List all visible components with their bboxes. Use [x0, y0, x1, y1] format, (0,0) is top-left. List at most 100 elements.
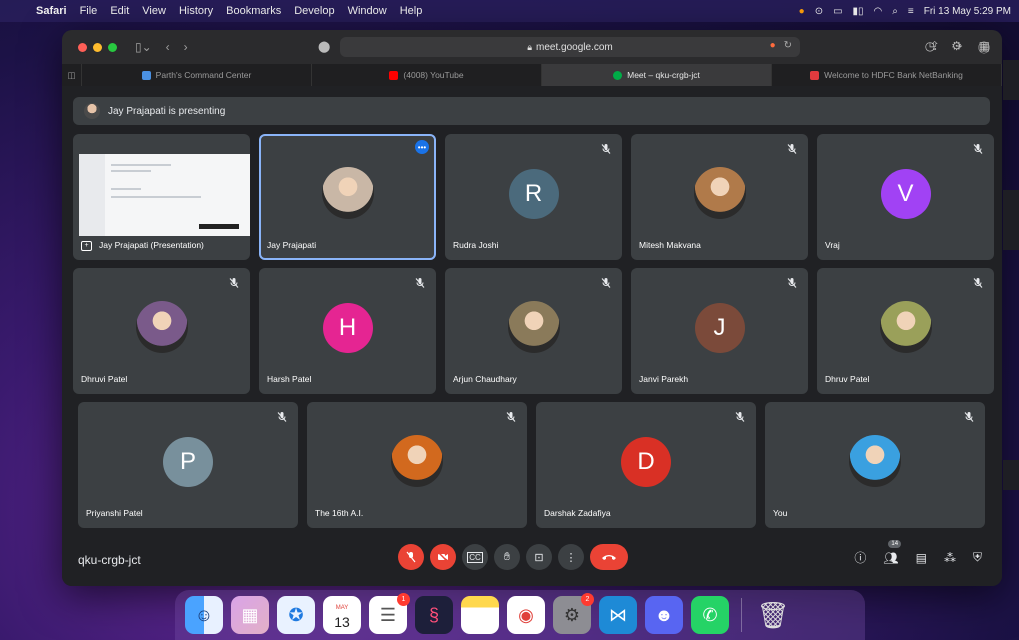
participant-tile[interactable]: Dhruv Patel	[817, 268, 994, 394]
notes-icon[interactable]	[461, 596, 499, 634]
chat-icon[interactable]: ▤	[916, 551, 927, 565]
new-tab-icon[interactable]: +	[956, 39, 963, 53]
minimize-window-button[interactable]	[93, 42, 102, 52]
tab-overview-icon[interactable]: ▦	[979, 39, 990, 53]
macos-dock: ☺ ▦ ✪ MAY 13 ☰ 1 § ◉ ⚙ 2 ⋈ ☻ ✆ 🗑︎	[175, 590, 865, 640]
window-controls	[78, 42, 117, 52]
more-options-button[interactable]: ⋮	[558, 544, 584, 570]
raise-hand-button[interactable]: ✋︎	[494, 544, 520, 570]
address-bar[interactable]: 🔒︎ meet.google.com ● ↻	[340, 37, 800, 57]
reload-icon[interactable]: ↻	[784, 40, 792, 51]
meeting-details-icon[interactable]: ⓘ	[854, 549, 866, 566]
trash-icon[interactable]: 🗑︎	[754, 596, 792, 634]
host-controls-icon[interactable]: ⛨	[973, 550, 982, 565]
participant-tile[interactable]: H Harsh Patel	[259, 268, 436, 394]
present-screen-button[interactable]: ⊡	[526, 544, 552, 570]
safari-window: ▯⌄ ‹ › ⬤ 🔒︎ meet.google.com ● ↻ ◷ ⚙ ⓘ ⇪ …	[62, 30, 1002, 586]
participant-tile[interactable]: You	[765, 402, 985, 528]
presentation-icon: +	[81, 241, 92, 251]
safari-icon[interactable]: ✪	[277, 596, 315, 634]
participant-tile[interactable]: V Vraj	[817, 134, 994, 260]
forward-icon[interactable]: ›	[184, 40, 188, 54]
spotlight-icon[interactable]: ⌕	[892, 6, 898, 17]
mic-in-use-icon[interactable]: ●	[799, 6, 805, 17]
activities-icon[interactable]: ⁂	[944, 551, 956, 565]
participant-tile[interactable]: Dhruvi Patel	[73, 268, 250, 394]
menu-edit[interactable]: Edit	[110, 5, 129, 17]
reminders-icon[interactable]: ☰ 1	[369, 593, 410, 634]
leave-call-button[interactable]	[590, 544, 628, 570]
menu-view[interactable]: View	[142, 5, 166, 17]
captions-button[interactable]: CC	[462, 544, 488, 570]
back-icon[interactable]: ‹	[166, 40, 170, 54]
whatsapp-icon[interactable]: ✆	[691, 596, 729, 634]
participant-name: Jay Prajapati	[267, 240, 317, 250]
finder-icon[interactable]: ☺	[185, 596, 223, 634]
tab-hdfc[interactable]: Welcome to HDFC Bank NetBanking	[772, 64, 1002, 86]
participant-name: Darshak Zadafiya	[544, 508, 611, 518]
menu-history[interactable]: History	[179, 5, 213, 17]
calendar-icon[interactable]: MAY 13	[323, 596, 361, 634]
calendar-day: 13	[334, 614, 350, 630]
battery-icon[interactable]: ▮▯	[853, 6, 864, 17]
zoom-window-button[interactable]	[108, 42, 117, 52]
participant-tile[interactable]: Mitesh Makvana	[631, 134, 808, 260]
tab-youtube[interactable]: (4008) YouTube	[312, 64, 542, 86]
menu-develop[interactable]: Develop	[294, 5, 334, 17]
participant-tile[interactable]: D Darshak Zadafiya	[536, 402, 756, 528]
participant-avatar-photo	[879, 301, 932, 353]
close-window-button[interactable]	[78, 42, 87, 52]
participant-tile[interactable]: ••• Jay Prajapati	[259, 134, 436, 260]
tab-meet[interactable]: Meet – qku-crgb-jct	[542, 64, 772, 86]
call-controls: CC ✋︎ ⊡ ⋮	[398, 544, 628, 570]
presenting-banner: Jay Prajapati is presenting	[73, 97, 990, 125]
share-icon[interactable]: ⇪	[930, 39, 940, 53]
muted-mic-icon	[414, 276, 426, 288]
menubar-clock[interactable]: Fri 13 May 5:29 PM	[924, 6, 1011, 17]
pinned-tab[interactable]: ◫	[62, 64, 82, 86]
menu-bookmarks[interactable]: Bookmarks	[226, 5, 281, 17]
menu-file[interactable]: File	[80, 5, 98, 17]
muted-mic-icon	[600, 142, 612, 154]
screen-share-icon[interactable]: ⊙	[815, 6, 823, 17]
mic-off-button[interactable]	[398, 544, 424, 570]
menu-app-name[interactable]: Safari	[36, 5, 67, 17]
sublime-like-app-icon[interactable]: §	[415, 596, 453, 634]
tile-more-options-button[interactable]: •••	[415, 140, 429, 154]
privacy-shield-icon[interactable]: ⬤	[318, 40, 330, 53]
wifi-icon[interactable]: ◠	[874, 6, 883, 17]
camera-off-button[interactable]	[430, 544, 456, 570]
participant-name: Mitesh Makvana	[639, 240, 701, 250]
participant-tile[interactable]: R Rudra Joshi	[445, 134, 622, 260]
meet-side-controls: ⓘ 14 👥︎ ▤ ⁂ ⛨	[854, 539, 982, 566]
participant-name: Harsh Patel	[267, 374, 312, 384]
participant-name: Priyanshi Patel	[86, 508, 143, 518]
menu-help[interactable]: Help	[400, 5, 423, 17]
discord-icon[interactable]: ☻	[645, 596, 683, 634]
url-text: meet.google.com	[536, 41, 613, 53]
people-button[interactable]: 14 👥︎	[883, 539, 902, 565]
muted-mic-icon	[600, 276, 612, 288]
camera-in-use-icon[interactable]: ●	[770, 40, 776, 51]
mic-off-icon	[406, 551, 416, 563]
participant-avatar-photo	[321, 167, 374, 219]
system-settings-icon[interactable]: ⚙ 2	[553, 593, 594, 634]
participant-tile[interactable]: P Priyanshi Patel	[78, 402, 298, 528]
menu-window[interactable]: Window	[348, 5, 387, 17]
tab-command-center[interactable]: Parth's Command Center	[82, 64, 312, 86]
control-center-icon[interactable]: ≡	[908, 6, 914, 17]
muted-mic-icon	[228, 276, 240, 288]
participant-tile[interactable]: J Janvi Parekh	[631, 268, 808, 394]
chrome-icon[interactable]: ◉	[507, 596, 545, 634]
muted-mic-icon	[505, 410, 517, 422]
participant-tile[interactable]: + Jay Prajapati (Presentation)	[73, 134, 250, 260]
participant-tile[interactable]: Arjun Chaudhary	[445, 268, 622, 394]
launchpad-icon[interactable]: ▦	[231, 596, 269, 634]
display-icon[interactable]: ▭	[833, 6, 842, 17]
sidebar-toggle-icon[interactable]: ▯⌄	[135, 40, 152, 54]
vscode-icon[interactable]: ⋈	[599, 596, 637, 634]
presenter-avatar	[84, 103, 100, 119]
muted-mic-icon	[972, 276, 984, 288]
participant-tile[interactable]: The 16th A.I.	[307, 402, 527, 528]
participant-name: Dhruvi Patel	[81, 374, 128, 384]
